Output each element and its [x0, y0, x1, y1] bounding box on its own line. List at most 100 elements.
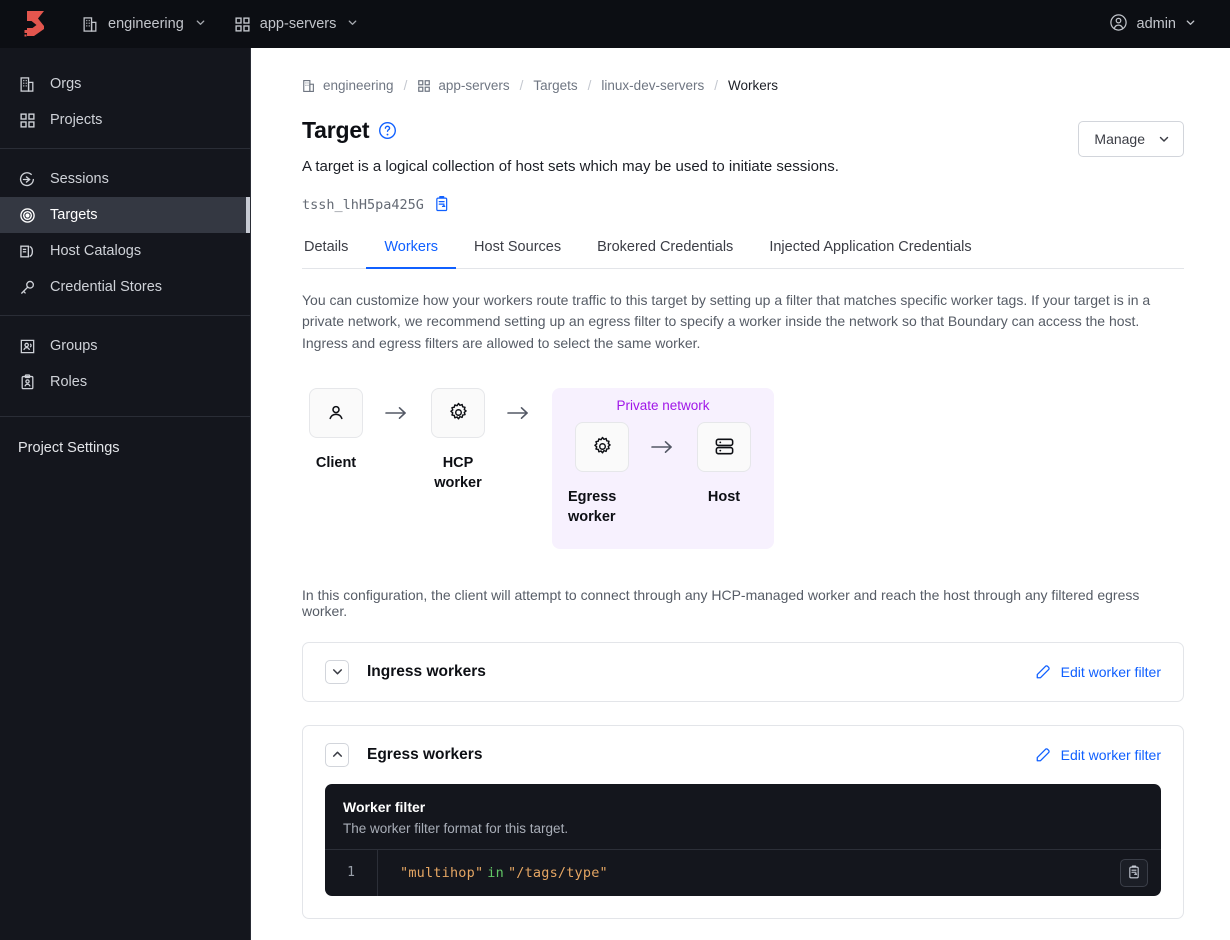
egress-edit-label: Edit worker filter	[1060, 746, 1161, 763]
breadcrumb-separator: /	[403, 78, 408, 93]
grid-squares-icon	[234, 16, 251, 33]
breadcrumb-label: engineering	[323, 78, 394, 93]
egress-edit-worker-filter-link[interactable]: Edit worker filter	[1035, 746, 1161, 763]
hcp-worker-node-box	[431, 387, 485, 438]
sidebar-item-targets[interactable]: Targets	[0, 197, 250, 233]
project-context-switcher[interactable]: app-servers	[226, 10, 367, 39]
sidebar-group-iam: Groups Roles	[0, 315, 250, 410]
org-context-switcher[interactable]: engineering	[74, 10, 214, 39]
sidebar-group-resources: Sessions Targets Host Catalogs Credentia…	[0, 148, 250, 315]
sidebar-item-label: Project Settings	[18, 440, 120, 456]
sidebar-item-credential-stores[interactable]: Credential Stores	[0, 269, 250, 305]
ingress-workers-header[interactable]: Ingress workers Edit worker filter	[303, 643, 1183, 701]
egress-worker-node-label: Egress worker	[568, 487, 636, 527]
key-icon	[18, 279, 36, 296]
breadcrumb-item-engineering[interactable]: engineering	[302, 78, 394, 93]
boundary-logo[interactable]	[16, 10, 56, 38]
tab-injected-application-credentials[interactable]: Injected Application Credentials	[751, 239, 989, 268]
breadcrumb-item-targets[interactable]: Targets	[533, 78, 577, 93]
private-network-label: Private network	[616, 397, 710, 413]
ingress-edit-worker-filter-link[interactable]: Edit worker filter	[1035, 663, 1161, 680]
code-token-string-1: "multihop"	[400, 864, 484, 881]
worker-filter-subtitle: The worker filter format for this target…	[343, 820, 569, 836]
worker-filter-code-area: 1 "multihop" in "/tags/type"	[325, 849, 1161, 896]
breadcrumb-label: linux-dev-servers	[601, 78, 705, 93]
breadcrumb-item-linux-dev-servers[interactable]: linux-dev-servers	[601, 78, 704, 93]
worker-filter-codeblock: Worker filter The worker filter format f…	[325, 783, 1161, 896]
tab-brokered-credentials[interactable]: Brokered Credentials	[579, 239, 751, 268]
sidebar-group-settings: Project Settings	[0, 416, 250, 473]
user-menu-label: admin	[1136, 16, 1177, 32]
diagram-node-egress-worker: Egress worker	[568, 421, 636, 527]
arrow-right-icon	[492, 388, 546, 438]
code-token-string-2: "/tags/type"	[507, 864, 608, 881]
egress-workers-header[interactable]: Egress workers Edit worker filter	[303, 726, 1183, 784]
client-node-label: Client	[315, 454, 357, 471]
gear-icon	[591, 435, 614, 458]
copy-clipboard-icon[interactable]	[434, 196, 451, 213]
page-description: A target is a logical collection of host…	[302, 158, 839, 175]
breadcrumb-item-app-servers[interactable]: app-servers	[417, 78, 510, 93]
egress-workers-accordion: Egress workers Edit worker filter Worker…	[302, 724, 1184, 919]
arrow-right-icon	[370, 388, 424, 438]
hcp-worker-node-label: HCP worker	[434, 453, 482, 493]
host-node-box	[697, 421, 751, 472]
arrow-right-icon	[636, 422, 690, 472]
breadcrumb-label: app-servers	[438, 78, 510, 93]
sidebar-item-roles[interactable]: Roles	[0, 364, 250, 400]
edit-pencil-icon	[1035, 746, 1052, 763]
manage-button-label: Manage	[1094, 131, 1145, 147]
ingress-workers-title: Ingress workers	[367, 662, 486, 680]
chevron-down-icon	[347, 16, 358, 32]
sidebar-item-projects[interactable]: Projects	[0, 102, 250, 138]
worker-filter-title: Worker filter	[343, 798, 426, 815]
breadcrumb-item-workers: Workers	[727, 78, 778, 93]
client-node-box	[309, 387, 363, 438]
breadcrumb-label: Targets	[533, 78, 578, 93]
tab-details[interactable]: Details	[302, 239, 366, 268]
chevron-up-icon[interactable]	[325, 742, 349, 767]
sidebar-item-groups[interactable]: Groups	[0, 328, 250, 364]
question-circle-icon[interactable]	[378, 121, 397, 140]
tab-bar: Details Workers Host Sources Brokered Cr…	[302, 239, 1184, 269]
sidebar-item-label: Targets	[50, 207, 98, 223]
user-circle-icon	[1109, 13, 1128, 36]
chevron-down-icon	[1185, 16, 1196, 32]
target-bullseye-icon	[18, 207, 36, 224]
sidebar: Orgs Projects Sessions Targets Host Cata…	[0, 48, 251, 940]
sidebar-item-orgs[interactable]: Orgs	[0, 66, 250, 102]
worker-filter-head: Worker filter The worker filter format f…	[325, 784, 1161, 850]
egress-worker-label-line2: worker	[568, 508, 616, 525]
worker-routing-diagram: Client HCP worker Private network Egress…	[302, 387, 1184, 549]
boundary-logo-icon	[24, 11, 44, 37]
code-token-operator: in	[487, 864, 504, 881]
user-icon	[325, 402, 347, 424]
sidebar-item-project-settings[interactable]: Project Settings	[0, 433, 250, 463]
resource-id: tssh_lhH5pa425G	[302, 196, 424, 213]
copy-clipboard-icon[interactable]	[1120, 858, 1148, 887]
grid-squares-icon	[18, 112, 36, 129]
tab-workers[interactable]: Workers	[366, 239, 456, 269]
roles-icon	[18, 373, 36, 391]
page-title: Target	[302, 117, 1078, 144]
sidebar-item-label: Orgs	[50, 76, 82, 92]
sidebar-group-scope: Orgs Projects	[0, 66, 250, 148]
groups-icon	[18, 338, 36, 355]
configuration-note: In this configuration, the client will a…	[302, 586, 1140, 619]
ingress-edit-label: Edit worker filter	[1060, 663, 1161, 680]
org-building-icon	[302, 79, 316, 93]
host-catalog-icon	[18, 243, 36, 260]
chevron-down-icon[interactable]	[325, 659, 349, 684]
main-content: engineering / app-servers / Targets / li…	[251, 48, 1230, 940]
session-arrow-icon	[18, 171, 36, 188]
gear-icon	[447, 401, 470, 424]
sidebar-item-host-catalogs[interactable]: Host Catalogs	[0, 233, 250, 269]
breadcrumb-separator: /	[714, 78, 718, 93]
tab-host-sources[interactable]: Host Sources	[456, 239, 579, 268]
manage-button[interactable]: Manage	[1078, 121, 1184, 157]
sidebar-item-label: Host Catalogs	[50, 243, 142, 259]
grid-squares-icon	[417, 79, 431, 93]
sidebar-item-sessions[interactable]: Sessions	[0, 161, 250, 197]
user-menu[interactable]: admin	[1101, 7, 1205, 42]
private-network-group: Private network Egress worker Host	[552, 387, 774, 549]
